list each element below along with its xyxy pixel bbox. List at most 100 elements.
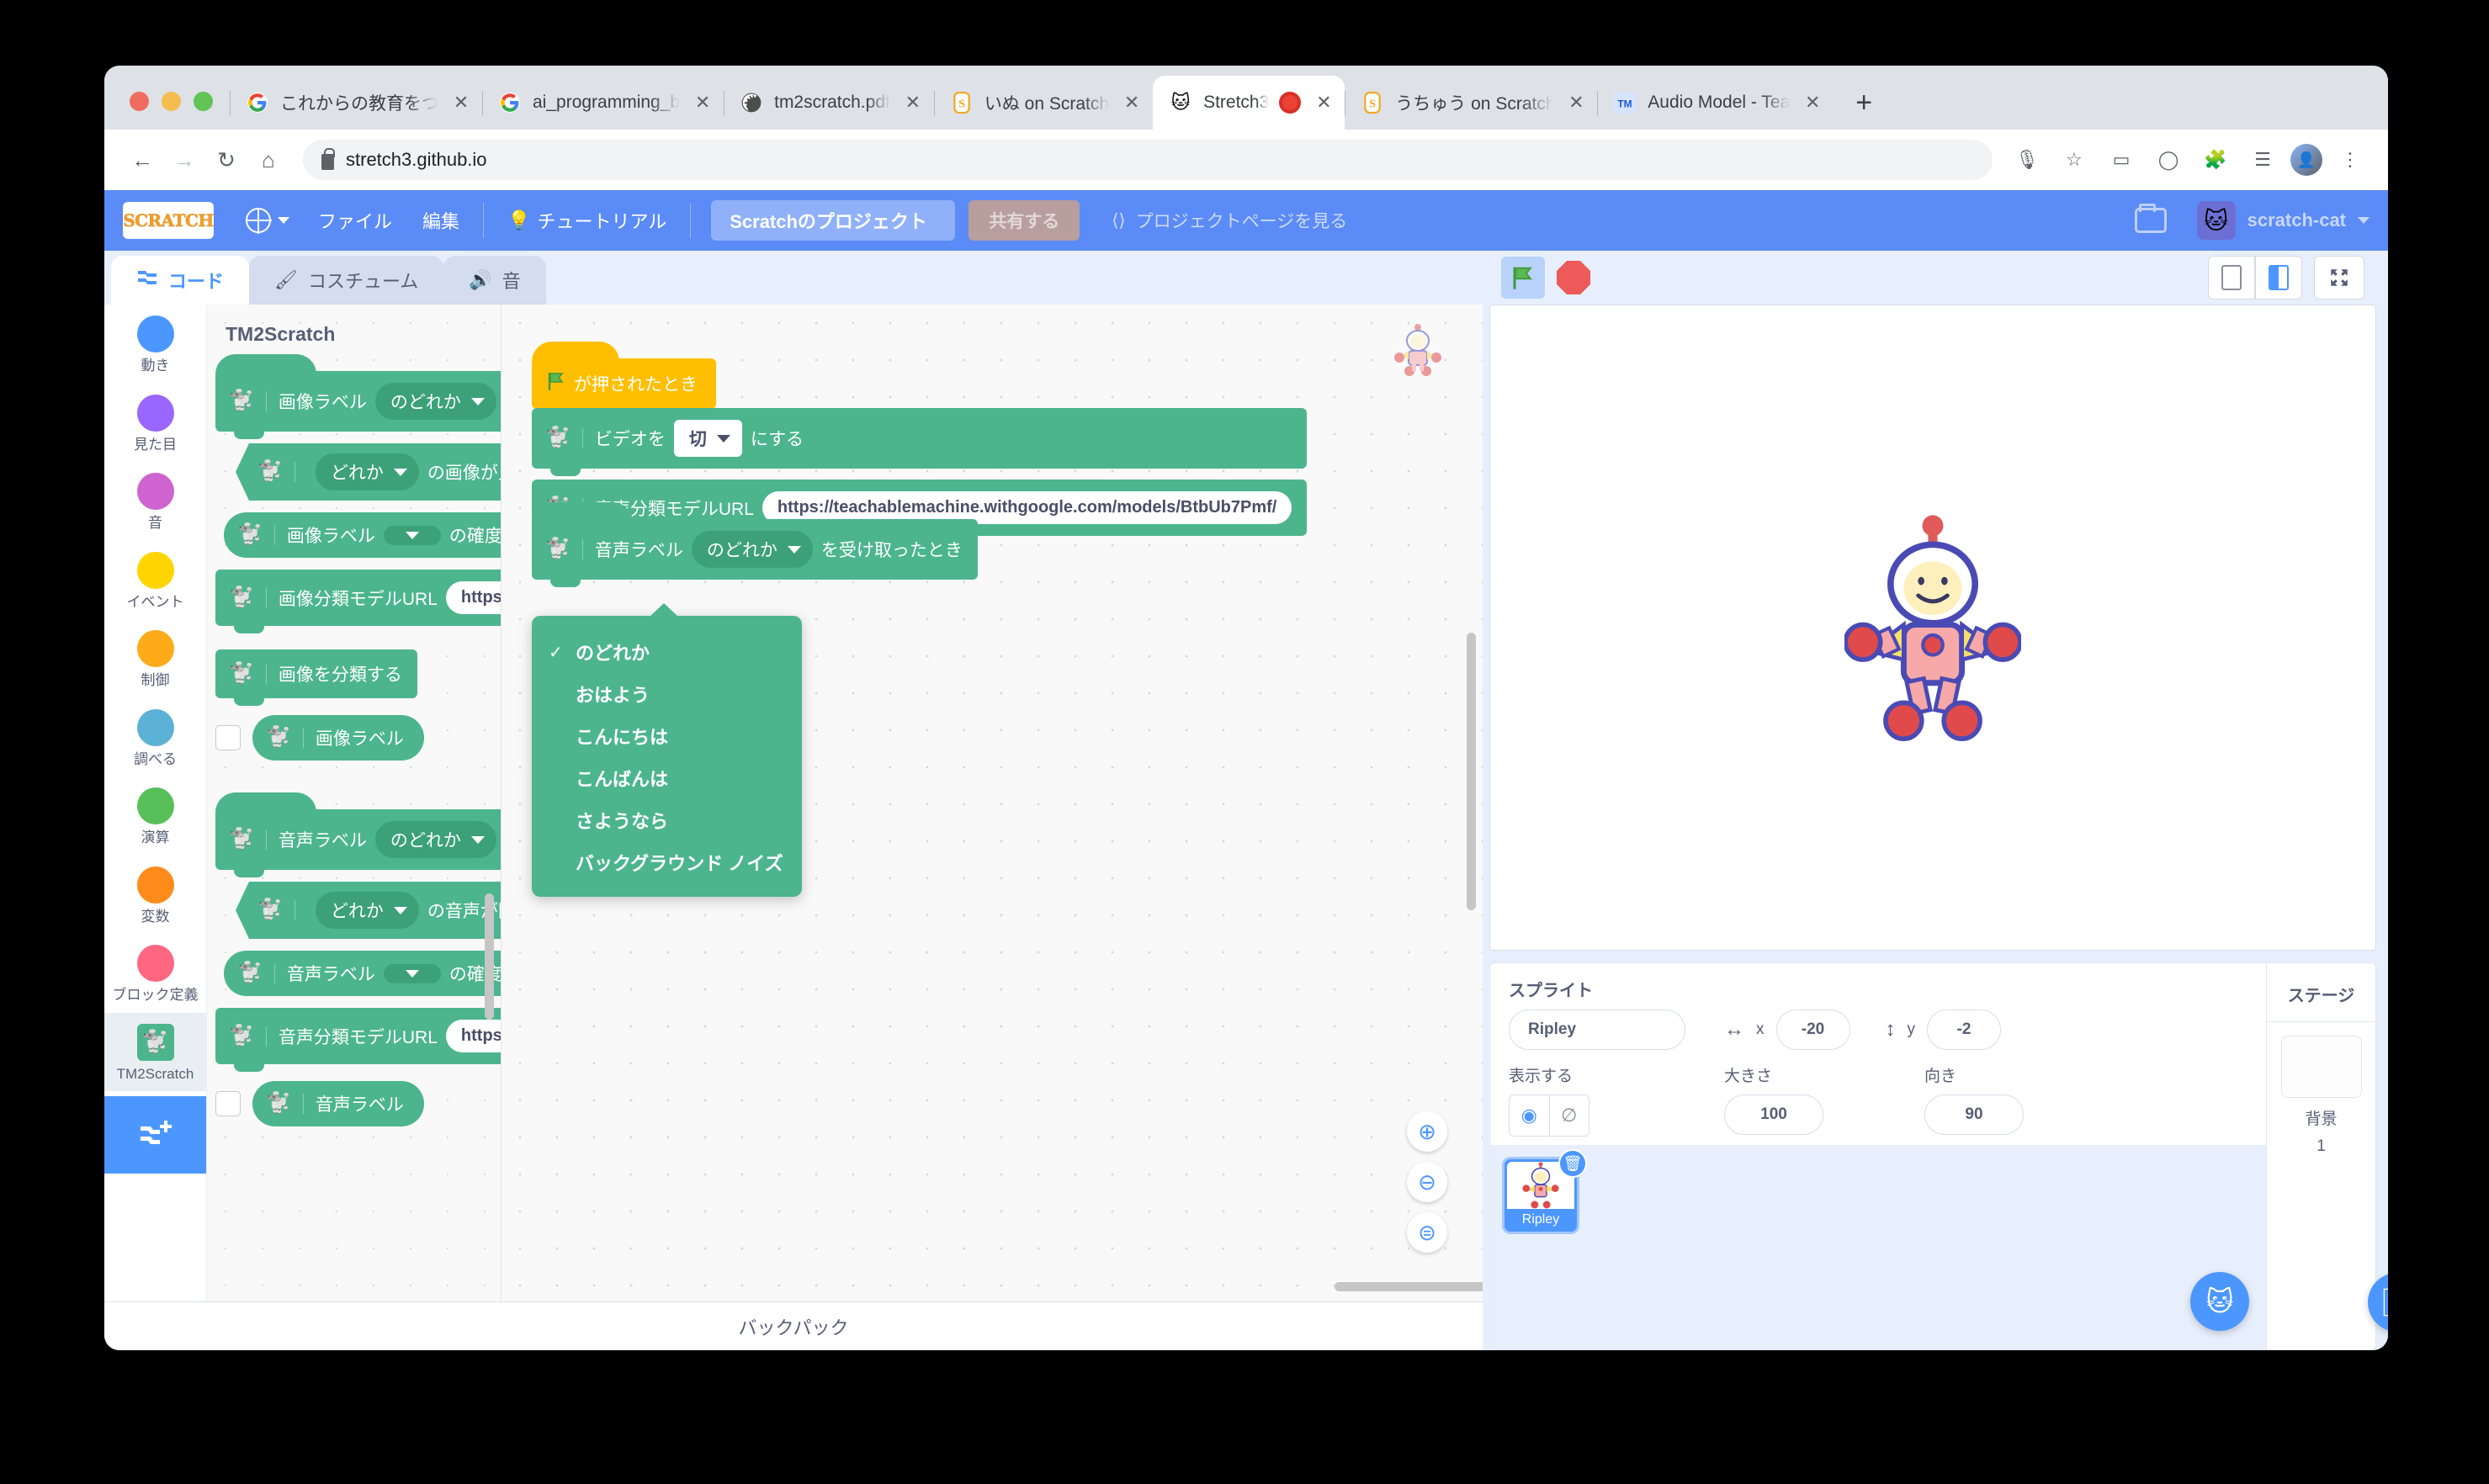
close-tab-button[interactable]: ✕ — [1800, 90, 1825, 115]
back-button[interactable]: ← — [123, 140, 162, 179]
reporter-checkbox[interactable] — [215, 725, 241, 750]
add-sprite-button[interactable]: 🐱 — [2190, 1272, 2249, 1331]
delete-sprite-icon[interactable]: 🗑 — [1558, 1149, 1587, 1178]
show-sprite-button[interactable]: ◉ — [1510, 1095, 1549, 1136]
category-sensing[interactable]: 調べる — [104, 698, 206, 777]
block-dropdown[interactable] — [383, 963, 441, 983]
circle-icon[interactable]: ◯ — [2149, 140, 2188, 179]
dropdown-item[interactable]: バックグラウンド ノイズ — [532, 841, 802, 883]
palette-block-sound-heard[interactable]: 🐩 どれか の音声が聞こえた — [236, 882, 502, 939]
extensions-puzzle-icon[interactable]: 🧩 — [2196, 140, 2235, 179]
palette-block-image-model-url[interactable]: 🐩 画像分類モデルURL https://teachable — [215, 570, 501, 633]
maximize-window-button[interactable] — [194, 92, 213, 111]
close-tab-button[interactable]: ✕ — [1119, 90, 1144, 115]
sprite-list[interactable]: Ripley 🗑 🐱 — [1490, 1145, 2266, 1349]
add-backdrop-button[interactable]: 🖼 — [2368, 1273, 2388, 1332]
stage[interactable] — [1489, 305, 2376, 951]
palette-block-classify-image[interactable]: 🐩 画像を分類する — [215, 649, 417, 706]
hide-sprite-button[interactable]: ∅ — [1548, 1095, 1589, 1136]
zoom-reset-button[interactable]: ⊜ — [1407, 1212, 1447, 1253]
language-menu[interactable] — [232, 200, 303, 241]
project-name-input[interactable]: Scratchのプロジェクト — [711, 200, 956, 241]
sprite-card-ripley[interactable]: Ripley 🗑 — [1502, 1149, 1587, 1234]
backpack-bar[interactable]: バックパック — [104, 1301, 1483, 1350]
small-stage-button[interactable] — [2208, 256, 2255, 299]
browser-tab[interactable]: これからの教育をつく ✕ — [230, 76, 482, 130]
browser-tab[interactable]: ai_programming_b ✕ — [482, 76, 724, 130]
code-workspace[interactable]: が押されたとき 🐩 ビデオを 切 にする 音声分類モデルURL https://… — [502, 305, 1483, 1301]
block-dropdown[interactable] — [383, 525, 441, 545]
home-button[interactable]: ⌂ — [249, 140, 288, 179]
folder-icon[interactable] — [2134, 204, 2167, 233]
dropdown-item[interactable]: こんにちは — [532, 715, 802, 757]
category-control[interactable]: 制御 — [104, 619, 206, 698]
block-dropdown[interactable]: のどれか — [374, 821, 496, 858]
sprite-x-input[interactable]: -20 — [1775, 1010, 1850, 1050]
edit-menu[interactable]: 編集 — [407, 200, 475, 241]
dropdown-item[interactable]: おはよう — [532, 673, 802, 715]
dropdown-item[interactable]: さようなら — [532, 799, 802, 841]
add-extension-button[interactable] — [104, 1096, 206, 1174]
block-dropdown-sound-label[interactable]: のどれか — [691, 531, 813, 568]
sprite-direction-input[interactable]: 90 — [1924, 1094, 2024, 1135]
stop-button[interactable] — [1557, 261, 1590, 294]
block-dropdown[interactable]: のどれか — [374, 383, 496, 420]
zoom-in-button[interactable]: ⊕ — [1407, 1111, 1447, 1152]
block-text-input[interactable]: https://teachable — [445, 1020, 501, 1052]
block-dropdown[interactable]: どれか — [316, 453, 419, 490]
sprite-size-input[interactable]: 100 — [1724, 1094, 1823, 1135]
dropdown-menu-sound-labels[interactable]: ✓ のどれか おはよう こんにちは こんばんは さようなら バックグラウンド ノ… — [532, 603, 802, 897]
close-window-button[interactable] — [130, 92, 149, 111]
category-operators[interactable]: 演算 — [104, 776, 206, 856]
category-looks[interactable]: 見た目 — [104, 384, 206, 463]
file-menu[interactable]: ファイル — [303, 200, 407, 241]
reading-list-icon[interactable]: ☰ — [2243, 140, 2282, 179]
new-tab-button[interactable]: + — [1840, 79, 1887, 126]
see-project-page-button[interactable]: ⟨⟩ プロジェクトページを見る — [1093, 200, 1366, 241]
browser-tab[interactable]: TM Audio Model - Tea ✕ — [1597, 76, 1834, 130]
backdrop-thumbnail[interactable] — [2280, 1036, 2362, 1098]
close-tab-button[interactable]: ✕ — [900, 90, 926, 115]
block-text-input[interactable]: https://teachable — [445, 581, 501, 614]
browser-tab[interactable]: S うちゅう on Scratch ✕ — [1345, 76, 1597, 130]
browser-tab[interactable]: S いぬ on Scratch ✕ — [933, 76, 1153, 130]
more-menu-icon[interactable]: ⋮ — [2331, 140, 2370, 179]
block-palette[interactable]: TM2Scratch 🐩 画像ラベル のどれか を受け取った — [207, 305, 502, 1301]
script-sound-label-received[interactable]: 🐩 音声ラベル のどれか を受け取ったとき ✓ のどれか おはよう こんにちは … — [532, 502, 978, 897]
category-sound[interactable]: 音 — [104, 462, 206, 541]
tab-sounds[interactable]: 🔊 音 — [443, 256, 546, 305]
close-tab-button[interactable]: ✕ — [1311, 90, 1336, 115]
workspace-vertical-scrollbar[interactable] — [1467, 633, 1476, 910]
palette-block-sound-label[interactable]: 🐩 音声ラベル — [252, 1081, 424, 1126]
palette-block-sound-model-url[interactable]: 🐩 音声分類モデルURL https://teachable — [215, 1008, 501, 1072]
close-tab-button[interactable]: ✕ — [690, 90, 715, 115]
microphone-icon[interactable]: 🎙 — [2008, 140, 2046, 179]
palette-scrollbar[interactable] — [485, 893, 494, 1020]
palette-block-image-found[interactable]: 🐩 どれか の画像が見つかった — [236, 443, 502, 501]
close-tab-button[interactable]: ✕ — [1563, 90, 1589, 115]
dropdown-item[interactable]: こんばんは — [532, 757, 802, 799]
cast-icon[interactable]: ▭ — [2102, 140, 2141, 179]
category-motion[interactable]: 動き — [104, 305, 206, 384]
scratch-logo[interactable]: SCRATCH — [123, 202, 215, 239]
palette-block-image-label-hat[interactable]: 🐩 画像ラベル のどれか を受け取った — [215, 354, 501, 439]
palette-block-sound-label-hat[interactable]: 🐩 音声ラベル のどれか を受け取った — [215, 792, 501, 877]
block-dropdown-video[interactable]: 切 — [673, 420, 742, 457]
category-my-blocks[interactable]: ブロック定義 — [104, 934, 206, 1013]
block-when-flag-clicked[interactable]: が押されたとき — [532, 342, 716, 416]
reporter-checkbox[interactable] — [215, 1091, 241, 1116]
zoom-out-button[interactable]: ⊖ — [1407, 1162, 1447, 1202]
browser-tab-active[interactable]: 🐱 Stretch3 ✕ — [1153, 76, 1345, 130]
address-bar[interactable]: stretch3.github.io — [303, 140, 1993, 180]
block-dropdown[interactable]: どれか — [316, 892, 419, 929]
reload-button[interactable]: ↻ — [207, 140, 246, 179]
profile-avatar-icon[interactable]: 👤 — [2290, 144, 2322, 176]
large-stage-button[interactable] — [2255, 256, 2302, 299]
sprite-y-input[interactable]: -2 — [1927, 1010, 2001, 1050]
workspace-horizontal-scrollbar[interactable] — [1335, 1282, 1483, 1291]
forward-button[interactable]: → — [165, 140, 204, 179]
browser-tab[interactable]: tm2scratch.pdf ✕ — [724, 76, 934, 130]
minimize-window-button[interactable] — [162, 92, 181, 111]
sprite-ripley[interactable] — [1843, 514, 2023, 742]
share-button[interactable]: 共有する — [969, 200, 1080, 241]
